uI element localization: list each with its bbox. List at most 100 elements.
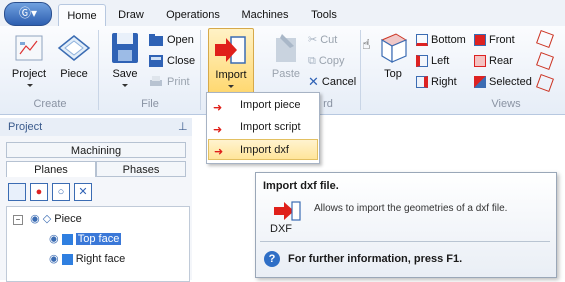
ribbon-tab-bar: Ⓖ▾ Home Draw Operations Machines Tools xyxy=(0,0,565,27)
save-label: Save xyxy=(112,68,138,80)
left-view-button[interactable]: Left xyxy=(416,52,449,70)
paste-icon xyxy=(276,34,296,62)
tab-planes[interactable]: Planes xyxy=(6,161,96,177)
tree-label: Piece xyxy=(54,213,82,225)
tooltip-divider xyxy=(260,241,550,242)
tab-phases[interactable]: Phases xyxy=(96,161,186,177)
clipboard-group-label: rd xyxy=(323,98,333,110)
cut-icon: ✂ xyxy=(308,34,318,47)
import-piece-icon: ➜ xyxy=(213,102,223,114)
save-dropdown-icon xyxy=(122,84,128,87)
paste-label: Paste xyxy=(271,68,301,80)
import-button[interactable]: Import xyxy=(208,28,254,94)
project-panel-header: Project ⊥ xyxy=(0,118,192,136)
top-view-icon xyxy=(380,33,408,64)
delete-plane-icon[interactable]: ✕ xyxy=(74,183,92,201)
project-button[interactable] xyxy=(10,32,48,69)
top-view-label: Top xyxy=(384,68,402,80)
project-label: Project xyxy=(11,68,47,80)
tooltip-help-text: For further information, press F1. xyxy=(288,253,463,265)
copy-icon: ⧉ xyxy=(308,55,316,68)
open-label: Open xyxy=(167,34,194,46)
import-icon xyxy=(215,36,246,64)
open-icon xyxy=(149,34,163,47)
project-icon xyxy=(15,35,43,61)
menu-item-import-script[interactable]: ➜ Import script xyxy=(208,117,318,138)
create-group-label: Create xyxy=(33,98,67,110)
piece-button[interactable] xyxy=(56,32,92,69)
rear-view-button[interactable]: Rear xyxy=(474,52,513,70)
import-dxf-tooltip: Import dxf file. DXF Allows to import th… xyxy=(255,172,557,278)
selected-view-button[interactable]: Selected xyxy=(474,73,532,91)
open-button[interactable]: Open xyxy=(148,31,194,49)
import-script-icon: ➜ xyxy=(213,124,223,136)
help-icon: ? xyxy=(264,251,280,267)
face-icon xyxy=(61,253,73,265)
tree-label: Right face xyxy=(75,253,126,265)
tab-machining[interactable]: Machining xyxy=(6,142,186,158)
tab-home[interactable]: Home xyxy=(58,4,106,27)
selected-view-label: Selected xyxy=(489,76,532,88)
right-view-icon xyxy=(416,76,428,89)
save-button[interactable] xyxy=(108,30,142,69)
import-dropdown-menu: ➜ Import piece ➜ Import script ➜ Import … xyxy=(206,92,320,164)
eye-icon[interactable]: ◉ xyxy=(49,253,59,265)
selected-view-icon xyxy=(474,76,486,89)
tree-item-piece[interactable]: − ◉ ◇ Piece xyxy=(13,210,82,228)
tab-operations[interactable]: Operations xyxy=(160,4,226,26)
group-separator xyxy=(360,30,361,110)
close-label: Close xyxy=(167,55,196,67)
right-view-button[interactable]: Right xyxy=(416,73,457,91)
face-icon xyxy=(61,233,73,245)
import-dropdown-icon xyxy=(228,85,234,88)
print-button[interactable]: Print xyxy=(148,73,190,91)
bottom-view-label: Bottom xyxy=(431,34,466,46)
copy-button[interactable]: ⧉ Copy xyxy=(308,52,345,70)
tab-draw[interactable]: Draw xyxy=(110,4,152,26)
front-view-button[interactable]: Front xyxy=(474,31,515,49)
close-button[interactable]: Close xyxy=(148,52,195,70)
piece-label: Piece xyxy=(60,68,88,80)
paste-button[interactable] xyxy=(270,30,302,67)
menu-item-label: Import script xyxy=(240,121,301,133)
app-menu-button[interactable]: Ⓖ▾ xyxy=(4,2,52,26)
import-dxf-icon: ➜ xyxy=(214,146,224,158)
print-label: Print xyxy=(167,76,190,88)
group-separator xyxy=(200,30,201,110)
cancel-button[interactable]: ✕ Cancel xyxy=(308,73,356,91)
tooltip-icon-label: DXF xyxy=(270,223,292,235)
menu-item-label: Import piece xyxy=(240,99,301,111)
bottom-view-icon xyxy=(416,34,428,47)
views-group-label: Views xyxy=(491,98,521,110)
tab-tools[interactable]: Tools xyxy=(302,4,346,26)
eye-icon[interactable]: ◉ xyxy=(49,233,59,245)
tab-machines[interactable]: Machines xyxy=(234,4,296,26)
light-bulb-icon[interactable]: ● xyxy=(30,183,48,201)
group-separator xyxy=(98,30,99,110)
pin-icon[interactable]: ⊥ xyxy=(178,118,188,136)
collapse-icon[interactable]: − xyxy=(13,215,23,225)
bottom-view-button[interactable]: Bottom xyxy=(416,31,466,49)
tree-item-top-face[interactable]: ◉ Top face xyxy=(49,230,122,248)
cancel-icon: ✕ xyxy=(308,74,319,90)
add-plane-icon[interactable] xyxy=(8,183,26,201)
file-group-label: File xyxy=(141,98,159,110)
cut-button[interactable]: ✂ Cut xyxy=(308,31,337,49)
project-dropdown-icon xyxy=(27,84,33,87)
left-view-icon xyxy=(416,55,428,68)
save-icon xyxy=(112,33,138,63)
eye-icon[interactable]: ◉ xyxy=(30,213,40,225)
light-bulb-off-icon[interactable]: ○ xyxy=(52,183,70,201)
tooltip-description: Allows to import the geometries of a dxf… xyxy=(314,203,508,214)
hand-cursor-icon: ☝ xyxy=(362,36,371,52)
right-view-label: Right xyxy=(431,76,457,88)
copy-label: Copy xyxy=(318,55,345,67)
piece-tree-icon: ◇ xyxy=(42,213,52,225)
menu-item-import-dxf[interactable]: ➜ Import dxf xyxy=(208,139,318,160)
menu-item-import-piece[interactable]: ➜ Import piece xyxy=(208,95,318,116)
rear-view-label: Rear xyxy=(489,55,513,67)
print-icon xyxy=(150,76,162,87)
project-panel-title: Project xyxy=(8,121,43,133)
top-view-button[interactable] xyxy=(376,30,410,69)
tree-item-right-face[interactable]: ◉ Right face xyxy=(49,250,125,268)
